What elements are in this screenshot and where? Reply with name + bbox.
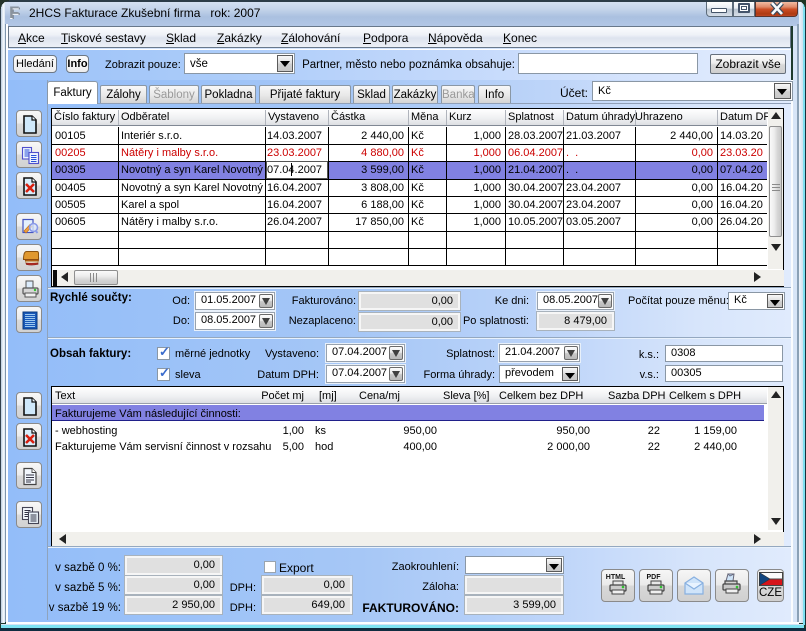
svg-text:HTML: HTML (606, 574, 626, 581)
svg-text:PDF: PDF (647, 574, 662, 581)
